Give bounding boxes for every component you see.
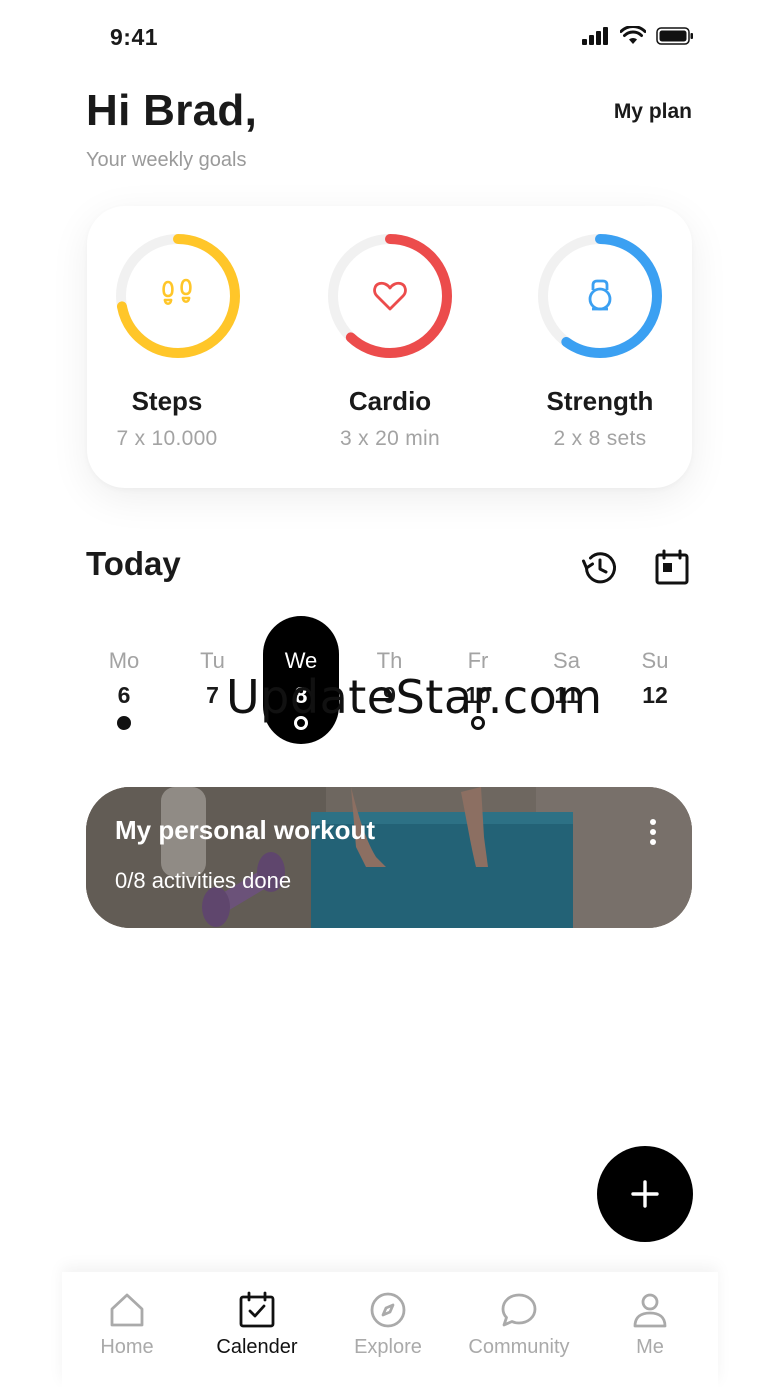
day-number: 11	[554, 682, 579, 708]
day-number: 7	[206, 682, 219, 708]
heart-icon	[373, 281, 407, 311]
tab-label: Calender	[216, 1336, 298, 1358]
workout-title: My personal workout	[115, 815, 376, 845]
activity-dot	[294, 716, 308, 730]
status-time: 9:41	[110, 24, 159, 50]
goal-steps[interactable]: Steps 7 x 10.000	[87, 230, 267, 451]
goal-target: 3 x 20 min	[340, 427, 440, 450]
status-bar: 9:41	[0, 0, 780, 76]
tab-explore[interactable]: Explore	[323, 1290, 453, 1359]
day-number: 12	[642, 682, 668, 708]
tab-community[interactable]: Community	[454, 1290, 584, 1359]
history-icon[interactable]	[580, 548, 620, 588]
calendar-check-icon	[239, 1291, 275, 1328]
my-plan-link[interactable]: My plan	[614, 100, 692, 124]
home-icon	[110, 1293, 144, 1327]
day-tuesday[interactable]: Tu 7	[175, 616, 251, 744]
activity-dot	[471, 716, 485, 730]
add-button[interactable]	[597, 1146, 693, 1242]
day-sunday[interactable]: Su 12	[617, 616, 693, 744]
day-name: We	[284, 648, 318, 673]
goal-cardio[interactable]: Cardio 3 x 20 min	[300, 230, 480, 451]
activity-dot	[117, 716, 131, 730]
tab-label: Explore	[354, 1336, 422, 1358]
day-name: Th	[376, 648, 403, 673]
day-name: Sa	[553, 648, 580, 673]
calendar-icon[interactable]	[652, 548, 692, 588]
bottom-tab-bar: Home Calender Explore Community Me	[62, 1272, 718, 1387]
day-number: 10	[465, 682, 491, 708]
wifi-icon	[620, 26, 646, 44]
goal-title: Steps	[131, 386, 203, 416]
footsteps-icon	[162, 278, 192, 306]
weekly-goals-subtitle: Your weekly goals	[86, 149, 247, 171]
goal-ring	[112, 230, 244, 362]
goal-ring	[534, 230, 666, 362]
day-number: 9	[383, 682, 396, 708]
kettlebell-icon	[588, 279, 612, 311]
day-name: Su	[641, 648, 669, 673]
status-icons	[582, 26, 694, 45]
goal-title: Cardio	[348, 386, 432, 416]
workout-card[interactable]: My personal workout 0/8 activities done	[86, 787, 692, 928]
tab-label: Me	[636, 1336, 664, 1358]
goal-target: 7 x 10.000	[116, 427, 218, 450]
day-name: Fr	[467, 648, 489, 673]
week-strip: Mo 6 Tu 7 We 8 Th 9 Fr 10 Sa 11 Su 12	[80, 616, 700, 746]
compass-icon	[370, 1292, 406, 1328]
day-friday[interactable]: Fr 10	[440, 616, 516, 744]
goal-target: 2 x 8 sets	[553, 427, 647, 450]
tab-label: Community	[468, 1336, 570, 1358]
battery-icon	[656, 26, 693, 45]
chat-bubble-icon	[501, 1293, 537, 1327]
goal-strength[interactable]: Strength 2 x 8 sets	[510, 230, 690, 451]
day-name: Mo	[108, 648, 140, 673]
day-wednesday[interactable]: We 8	[263, 616, 339, 744]
goal-title: Strength	[546, 386, 654, 416]
more-options-icon[interactable]	[646, 819, 660, 849]
weekly-goals-card: Steps 7 x 10.000 Cardio 3 x 20 min Stren…	[87, 206, 692, 488]
workout-progress-text: 0/8 activities done	[115, 868, 292, 893]
day-monday[interactable]: Mo 6	[86, 616, 162, 744]
day-number: 8	[294, 682, 308, 708]
greeting-title: Hi Brad,	[86, 86, 258, 135]
day-number: 6	[117, 682, 131, 708]
person-icon	[633, 1293, 667, 1328]
workout-photo	[86, 787, 692, 928]
tab-home[interactable]: Home	[62, 1290, 192, 1359]
day-thursday[interactable]: Th 9	[352, 616, 428, 744]
plus-icon	[631, 1180, 659, 1208]
day-saturday[interactable]: Sa 11	[529, 616, 605, 744]
tab-me[interactable]: Me	[585, 1290, 715, 1359]
tab-label: Home	[100, 1336, 154, 1358]
tab-calender[interactable]: Calender	[192, 1290, 322, 1359]
goal-ring	[324, 230, 456, 362]
today-title: Today	[86, 545, 181, 582]
signal-icon	[582, 26, 608, 45]
day-name: Tu	[200, 648, 225, 673]
